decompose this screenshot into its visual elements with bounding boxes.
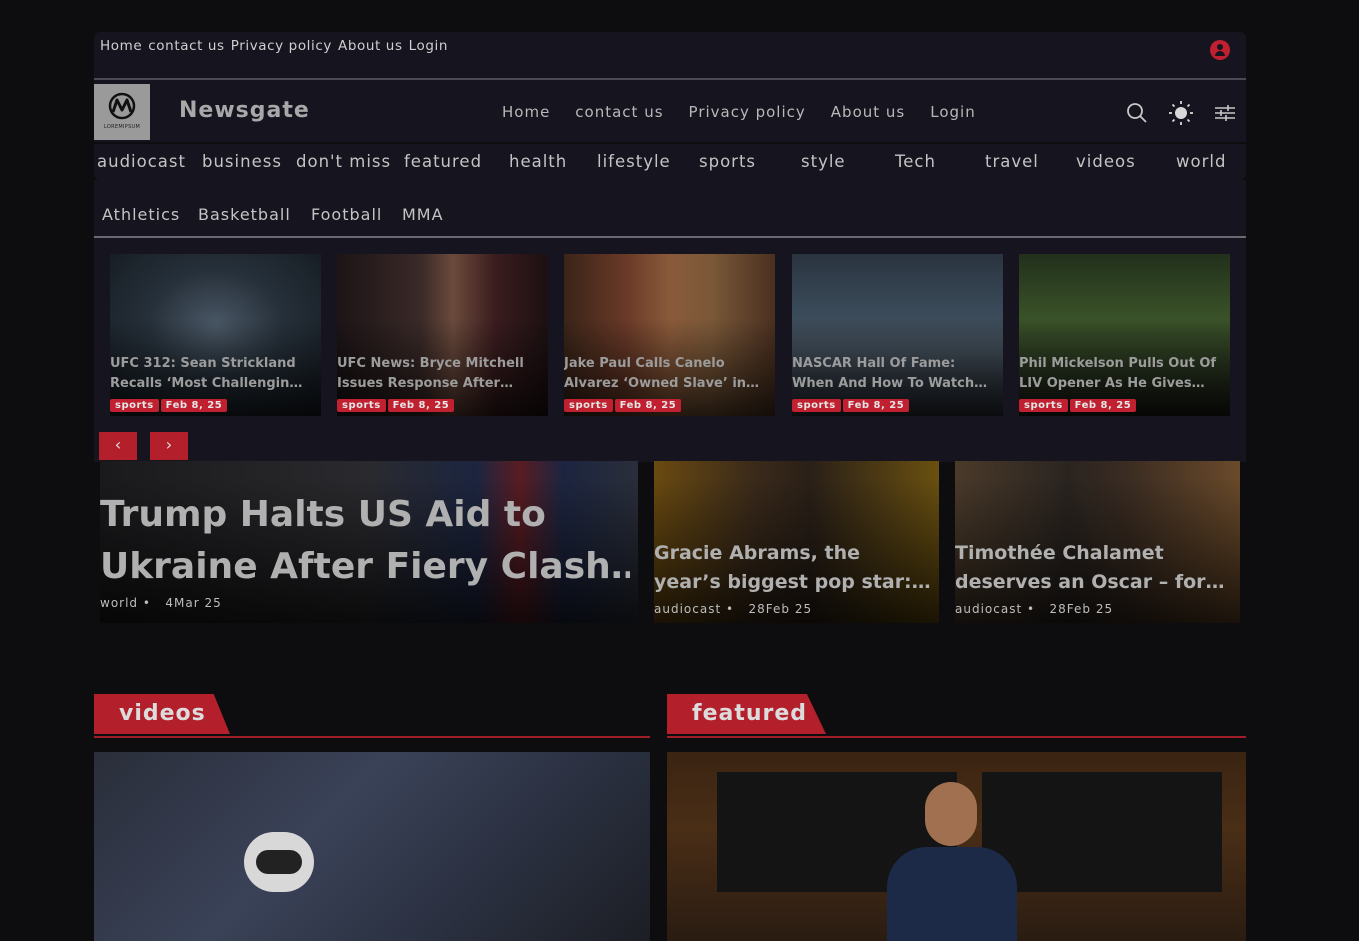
- hero-side-date: 28Feb 25: [748, 602, 813, 616]
- nav-about[interactable]: About us: [831, 103, 905, 121]
- user-account-icon[interactable]: [1210, 40, 1230, 60]
- hero-side-meta: audiocast • 28Feb 25: [654, 602, 813, 616]
- carousel-card[interactable]: UFC 312: Sean Strickland Recalls ‘Most Ch…: [110, 254, 321, 416]
- carousel-card[interactable]: Jake Paul Calls Canelo Alvarez ‘Owned Sla…: [564, 254, 775, 416]
- subcategory-nav: Athletics Basketball Football MMA: [94, 180, 1246, 238]
- hero-side-article[interactable]: Timothée Chalamet deserves an Oscar – for…: [955, 461, 1240, 623]
- top-link-contact[interactable]: contact us: [148, 38, 224, 54]
- category-featured[interactable]: featured: [404, 152, 482, 171]
- hero-side-article[interactable]: Gracie Abrams, the year’s biggest pop sta…: [654, 461, 939, 623]
- logo-mark-icon: [108, 92, 136, 120]
- hero-side-category[interactable]: audiocast: [955, 602, 1022, 616]
- header-icons: [1126, 100, 1236, 126]
- subcategory-athletics[interactable]: Athletics: [102, 205, 180, 224]
- hero-main-title[interactable]: Trump Halts US Aid to Ukraine After Fiery…: [100, 489, 630, 593]
- theme-sun-icon[interactable]: [1168, 100, 1194, 126]
- site-logo[interactable]: LOREMIPSUM: [94, 84, 150, 140]
- videos-section-header: videos: [94, 694, 650, 738]
- subcategory-mma[interactable]: MMA: [402, 205, 444, 224]
- hero-side-meta: audiocast • 28Feb 25: [955, 602, 1114, 616]
- card-date-badge: Feb 8, 25: [614, 399, 682, 412]
- carousel-card[interactable]: Phil Mickelson Pulls Out Of LIV Opener As…: [1019, 254, 1230, 416]
- top-bar: Home contact us Privacy policy About us …: [94, 32, 1246, 80]
- videos-section-title[interactable]: videos: [94, 694, 230, 734]
- card-title: Jake Paul Calls Canelo Alvarez ‘Owned Sla…: [564, 356, 760, 391]
- subcategory-basketball[interactable]: Basketball: [198, 205, 291, 224]
- carousel-prev-button[interactable]: ‹: [99, 432, 137, 460]
- category-lifestyle[interactable]: lifestyle: [597, 152, 671, 171]
- top-links: Home contact us Privacy policy About us …: [100, 38, 448, 54]
- category-tech[interactable]: Tech: [895, 152, 936, 171]
- nav-contact[interactable]: contact us: [575, 103, 663, 121]
- hero-main-category[interactable]: world: [100, 596, 138, 610]
- nav-login[interactable]: Login: [930, 103, 975, 121]
- featured-section-title[interactable]: featured: [667, 694, 826, 734]
- card-title: NASCAR Hall Of Fame: When And How To Watc…: [792, 356, 988, 391]
- featured-lead-image[interactable]: [667, 752, 1246, 941]
- main-nav: Home contact us Privacy policy About us …: [502, 103, 976, 121]
- top-link-home[interactable]: Home: [100, 38, 142, 54]
- news-carousel: UFC 312: Sean Strickland Recalls ‘Most Ch…: [94, 238, 1246, 462]
- nav-privacy[interactable]: Privacy policy: [689, 103, 806, 121]
- card-date-badge: Feb 8, 25: [1069, 399, 1137, 412]
- card-category-badge[interactable]: sports: [792, 399, 841, 412]
- hero-side-title[interactable]: Timothée Chalamet deserves an Oscar – for…: [955, 539, 1237, 597]
- featured-section-header: featured: [667, 694, 1246, 738]
- category-audiocast[interactable]: audiocast: [97, 152, 186, 171]
- category-dont-miss[interactable]: don't miss: [296, 152, 391, 171]
- card-title: UFC News: Bryce Mitchell Issues Response …: [337, 356, 524, 391]
- hero-main-date: 4Mar 25: [165, 596, 222, 610]
- category-travel[interactable]: travel: [985, 152, 1039, 171]
- card-category-badge[interactable]: sports: [110, 399, 159, 412]
- hero-side-category[interactable]: audiocast: [654, 602, 721, 616]
- carousel-card[interactable]: NASCAR Hall Of Fame: When And How To Watc…: [792, 254, 1003, 416]
- filter-settings-icon[interactable]: [1214, 104, 1236, 122]
- top-link-about[interactable]: About us: [338, 38, 403, 54]
- hero-main-article[interactable]: Trump Halts US Aid to Ukraine After Fiery…: [100, 461, 638, 623]
- card-date-badge: Feb 8, 25: [842, 399, 910, 412]
- subcategory-football[interactable]: Football: [311, 205, 382, 224]
- card-title: UFC 312: Sean Strickland Recalls ‘Most Ch…: [110, 356, 303, 391]
- brand-name[interactable]: Newsgate: [179, 98, 310, 123]
- logo-text: LOREMIPSUM: [104, 124, 141, 130]
- category-videos[interactable]: videos: [1076, 152, 1136, 171]
- card-category-badge[interactable]: sports: [1019, 399, 1068, 412]
- carousel-card[interactable]: UFC News: Bryce Mitchell Issues Response …: [337, 254, 548, 416]
- category-health[interactable]: health: [509, 152, 567, 171]
- category-business[interactable]: business: [202, 152, 282, 171]
- person-figure: [925, 782, 977, 846]
- card-title: Phil Mickelson Pulls Out Of LIV Opener As…: [1019, 356, 1217, 391]
- nav-home[interactable]: Home: [502, 103, 550, 121]
- card-date-badge: Feb 8, 25: [160, 399, 228, 412]
- card-date-badge: Feb 8, 25: [387, 399, 455, 412]
- hero-main-meta: world • 4Mar 25: [100, 596, 222, 610]
- category-world[interactable]: world: [1176, 152, 1226, 171]
- card-category-badge[interactable]: sports: [337, 399, 386, 412]
- category-nav: audiocast business don't miss featured h…: [94, 144, 1246, 180]
- category-sports[interactable]: sports: [699, 152, 756, 171]
- search-icon[interactable]: [1126, 102, 1148, 124]
- hero-side-title[interactable]: Gracie Abrams, the year’s biggest pop sta…: [654, 539, 936, 597]
- top-link-privacy[interactable]: Privacy policy: [231, 38, 332, 54]
- card-category-badge[interactable]: sports: [564, 399, 613, 412]
- videos-lead-image[interactable]: [94, 752, 650, 941]
- hero-side-date: 28Feb 25: [1049, 602, 1114, 616]
- top-link-login[interactable]: Login: [409, 38, 448, 54]
- category-style[interactable]: style: [801, 152, 846, 171]
- carousel-next-button[interactable]: ›: [150, 432, 188, 460]
- site-header: LOREMIPSUM Newsgate Home contact us Priv…: [94, 80, 1246, 142]
